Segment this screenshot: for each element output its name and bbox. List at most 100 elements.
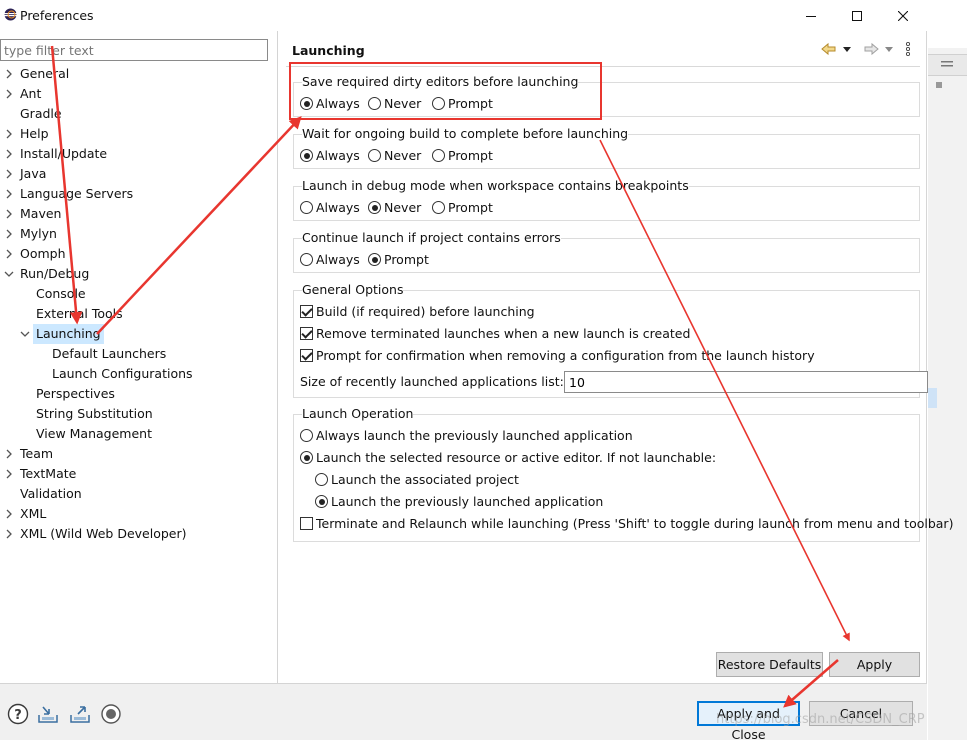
oomph-record-icon[interactable] [100, 703, 122, 725]
forward-dropdown-icon[interactable] [884, 41, 894, 57]
tree-item-help[interactable]: Help [0, 124, 270, 144]
tree-item-default-launchers[interactable]: Default Launchers [0, 344, 270, 364]
tree-item-validation[interactable]: Validation [0, 484, 270, 504]
tree-item-mylyn[interactable]: Mylyn [0, 224, 270, 244]
export-icon[interactable] [69, 703, 91, 725]
debug-mode-always-radio[interactable]: Always [300, 199, 360, 217]
tree-item-launching[interactable]: Launching [0, 324, 270, 344]
chevron-right-icon[interactable] [4, 449, 14, 459]
option-label: Terminate and Relaunch while launching (… [316, 516, 954, 531]
chevron-right-icon[interactable] [4, 149, 14, 159]
radio-indicator [432, 201, 445, 214]
eclipse-app-icon [4, 8, 17, 21]
chevron-right-icon[interactable] [4, 209, 14, 219]
chevron-right-icon[interactable] [4, 89, 14, 99]
tree-item-external-tools[interactable]: External Tools [0, 304, 270, 324]
chevron-right-icon[interactable] [4, 129, 14, 139]
chevron-right-icon[interactable] [4, 229, 14, 239]
option-label: Always [316, 252, 360, 267]
tree-item-team[interactable]: Team [0, 444, 270, 464]
terminate-relaunch-checkbox[interactable]: Terminate and Relaunch while launching (… [300, 515, 953, 533]
option-label: Always launch the previously launched ap… [316, 428, 633, 443]
wait-build-never-radio[interactable]: Never [368, 147, 421, 165]
tree-item-view-management[interactable]: View Management [0, 424, 270, 444]
radio-indicator [368, 253, 381, 266]
debug-mode-prompt-radio[interactable]: Prompt [432, 199, 493, 217]
remove-terminated-checkbox[interactable]: Remove terminated launches when a new la… [300, 325, 690, 343]
chevron-right-icon[interactable] [4, 69, 14, 79]
tree-item-label: Team [20, 446, 54, 461]
chevron-right-icon[interactable] [4, 509, 14, 519]
tree-item-xml[interactable]: XML [0, 504, 270, 524]
debug-mode-never-radio[interactable]: Never [368, 199, 421, 217]
tree-item-xml-wild-web-developer[interactable]: XML (Wild Web Developer) [0, 524, 270, 544]
tree-item-label: Oomph [20, 246, 66, 261]
tree-item-label: Launching [33, 324, 104, 344]
page-title: Launching [292, 43, 365, 58]
launch-selected-resource-radio[interactable]: Launch the selected resource or active e… [300, 449, 716, 467]
chevron-right-icon[interactable] [4, 249, 14, 259]
history-size-input[interactable] [564, 371, 928, 393]
help-icon[interactable]: ? [7, 703, 29, 725]
launch-operation-label: Launch Operation [302, 406, 414, 421]
tree-item-console[interactable]: Console [0, 284, 270, 304]
radio-indicator [300, 149, 313, 162]
tree-item-label: Validation [20, 486, 82, 501]
tree-item-language-servers[interactable]: Language Servers [0, 184, 270, 204]
chevron-down-icon[interactable] [20, 329, 30, 339]
tree-item-gradle[interactable]: Gradle [0, 104, 270, 124]
tree-item-oomph[interactable]: Oomph [0, 244, 270, 264]
build-before-launch-checkbox[interactable]: Build (if required) before launching [300, 303, 535, 321]
view-menu-icon[interactable] [904, 41, 912, 57]
background-selection [928, 388, 937, 408]
filter-input[interactable] [0, 39, 268, 61]
radio-indicator [300, 429, 313, 442]
chevron-right-icon[interactable] [4, 169, 14, 179]
chevron-right-icon[interactable] [4, 529, 14, 539]
launch-previous-application-radio[interactable]: Launch the previously launched applicati… [315, 493, 603, 511]
prompt-confirmation-checkbox[interactable]: Prompt for confirmation when removing a … [300, 347, 815, 365]
import-icon[interactable] [37, 703, 59, 725]
maximize-button[interactable] [834, 0, 880, 31]
wait-build-always-radio[interactable]: Always [300, 147, 360, 165]
tree-item-general[interactable]: General [0, 64, 270, 84]
wait-build-prompt-radio[interactable]: Prompt [432, 147, 493, 165]
tree-item-string-substitution[interactable]: String Substitution [0, 404, 270, 424]
launch-associated-project-radio[interactable]: Launch the associated project [315, 471, 519, 489]
tree-item-label: Language Servers [20, 186, 134, 201]
wait-build-label: Wait for ongoing build to complete befor… [302, 126, 629, 141]
apply-button[interactable]: Apply [829, 652, 920, 677]
tree-item-launch-configurations[interactable]: Launch Configurations [0, 364, 270, 384]
restore-defaults-button[interactable]: Restore Defaults [716, 652, 823, 677]
minimize-icon [806, 15, 816, 17]
back-arrow-icon[interactable] [820, 41, 838, 57]
tree-item-install-update[interactable]: Install/Update [0, 144, 270, 164]
radio-indicator [300, 451, 313, 464]
tree-item-maven[interactable]: Maven [0, 204, 270, 224]
close-button[interactable] [880, 0, 926, 31]
chevron-down-icon[interactable] [4, 269, 14, 279]
back-dropdown-icon[interactable] [842, 41, 852, 57]
option-label: Never [384, 200, 422, 215]
chevron-right-icon[interactable] [4, 469, 14, 479]
launching-page: Launching Save required dirty editors be… [279, 31, 953, 683]
checkbox-indicator [300, 305, 313, 318]
continue-errors-prompt-radio[interactable]: Prompt [368, 251, 429, 269]
tree-item-run-debug[interactable]: Run/Debug [0, 264, 270, 284]
option-label: Prompt for confirmation when removing a … [316, 348, 815, 363]
maximize-icon [852, 10, 862, 21]
always-launch-previous-radio[interactable]: Always launch the previously launched ap… [300, 427, 633, 445]
tree-item-ant[interactable]: Ant [0, 84, 270, 104]
forward-arrow-icon[interactable] [862, 41, 880, 57]
general-options-label: General Options [302, 282, 404, 297]
radio-indicator [300, 253, 313, 266]
debug-mode-group: Launch in debug mode when workspace cont… [293, 178, 920, 221]
chevron-right-icon[interactable] [4, 189, 14, 199]
tree-item-textmate[interactable]: TextMate [0, 464, 270, 484]
tree-item-perspectives[interactable]: Perspectives [0, 384, 270, 404]
checkbox-indicator [300, 327, 313, 340]
minimize-button[interactable] [788, 0, 834, 31]
tree-item-label: TextMate [20, 466, 77, 481]
continue-errors-always-radio[interactable]: Always [300, 251, 360, 269]
tree-item-java[interactable]: Java [0, 164, 270, 184]
